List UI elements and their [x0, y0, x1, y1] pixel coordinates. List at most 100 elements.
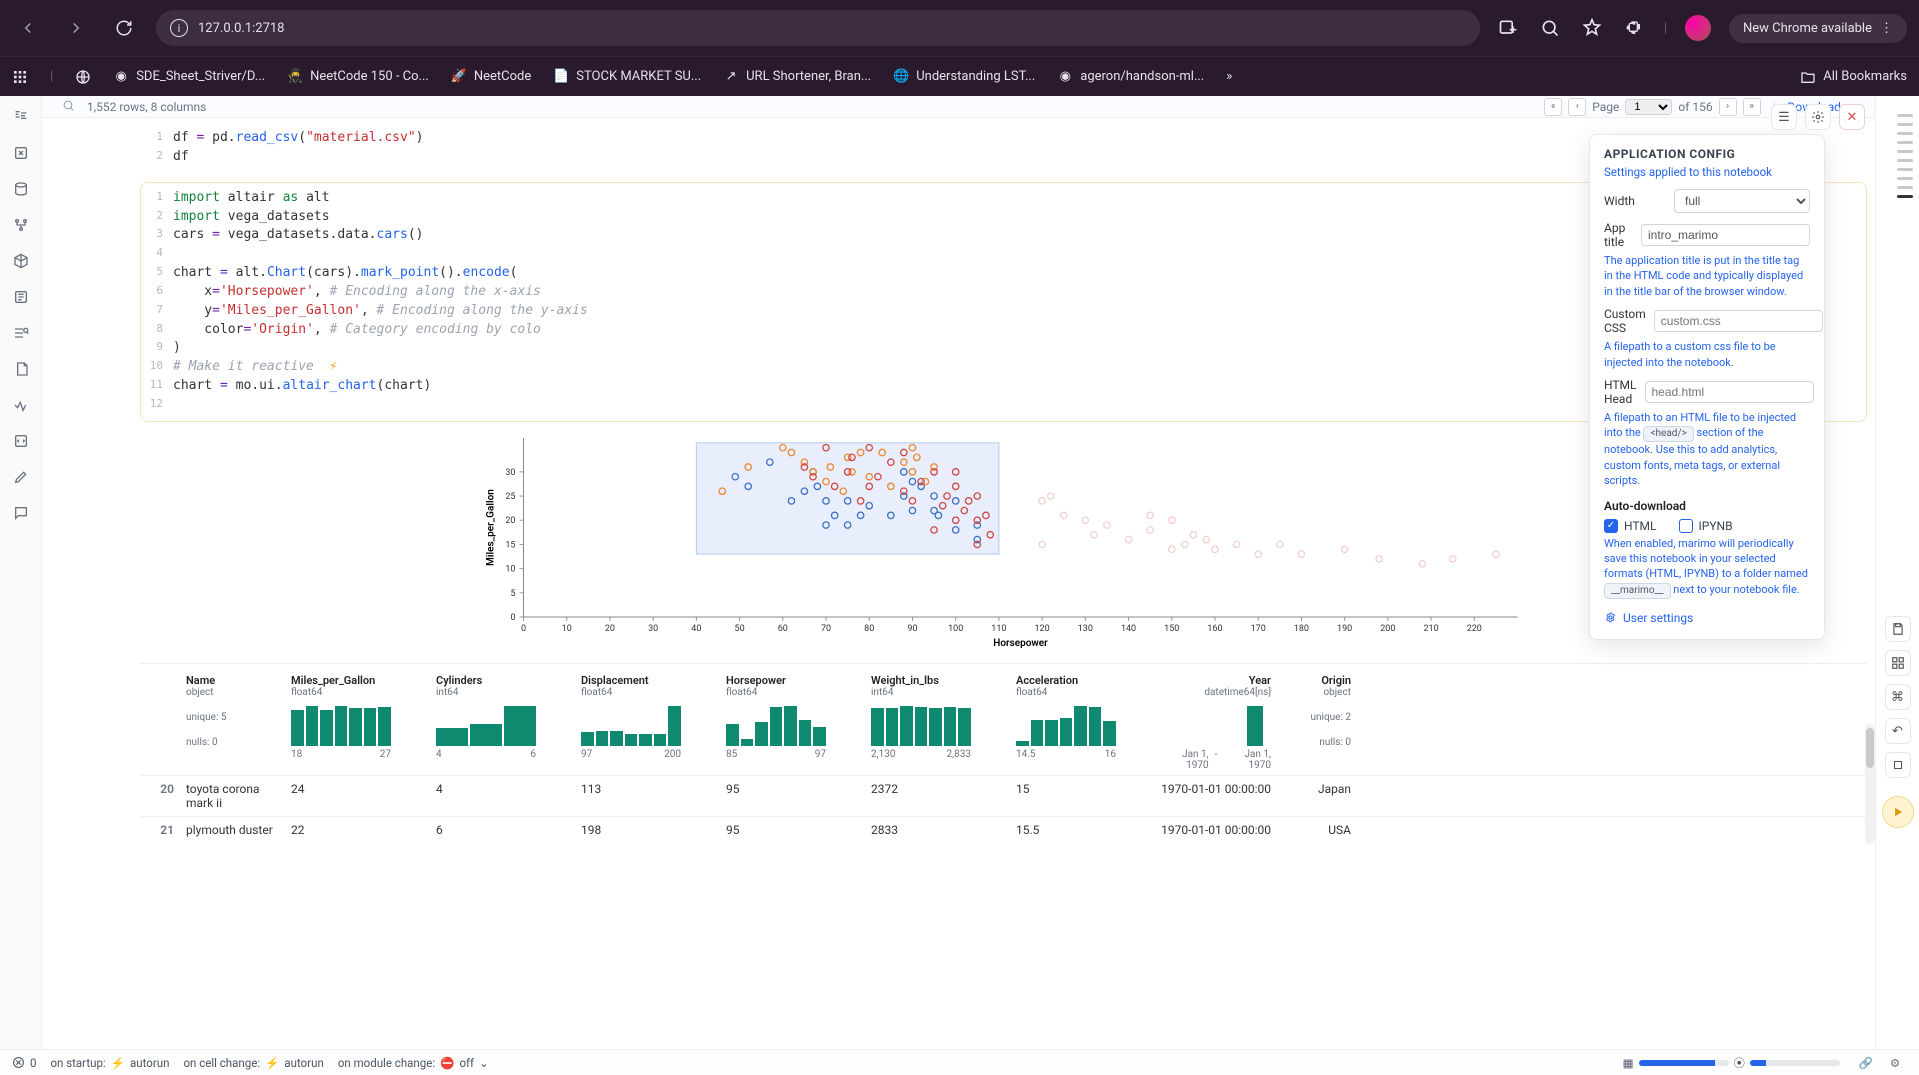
bookmark-item-1[interactable]: 🥷NeetCode 150 - Co... — [287, 69, 429, 85]
back-button[interactable] — [12, 12, 44, 44]
bookmark-item-5[interactable]: 🌐Understanding LST... — [893, 69, 1035, 85]
rail-scratch-icon[interactable] — [10, 466, 32, 488]
grid-icon[interactable] — [1885, 650, 1911, 676]
apps-icon[interactable] — [12, 69, 28, 85]
startup-toggle[interactable]: on startup: ⚡ autorun — [50, 1056, 169, 1070]
keyboard-icon[interactable]: ⌘ — [1885, 684, 1911, 710]
column-header[interactable]: Cylindersint6446 — [430, 670, 575, 775]
html-checkbox[interactable]: ✓ — [1604, 519, 1618, 533]
extensions-icon[interactable] — [1622, 16, 1646, 40]
cell-change-toggle[interactable]: on cell change: ⚡ autorun — [183, 1056, 323, 1070]
install-app-icon[interactable] — [1496, 16, 1520, 40]
all-bookmarks-button[interactable]: All Bookmarks — [1800, 69, 1907, 85]
save-icon[interactable] — [1885, 616, 1911, 642]
css-help: A filepath to a custom css file to be in… — [1604, 339, 1810, 370]
bookmark-globe[interactable] — [75, 69, 91, 85]
table-row[interactable]: 21plymouth duster22619895283315.51970-01… — [140, 816, 1867, 843]
app-title-input[interactable] — [1641, 224, 1810, 246]
rail-logs-icon[interactable] — [10, 394, 32, 416]
ninja-icon: 🥷 — [287, 69, 303, 85]
user-settings-link[interactable]: User settings — [1604, 611, 1810, 625]
css-input[interactable] — [1654, 310, 1823, 332]
head-input[interactable] — [1645, 381, 1814, 403]
svg-text:40: 40 — [691, 624, 701, 634]
column-header[interactable]: Miles_per_Gallonfloat641827 — [285, 670, 430, 775]
github-icon: ◉ — [1057, 69, 1073, 85]
rail-outline-icon[interactable] — [10, 286, 32, 308]
cards-icon[interactable]: ▦ — [1623, 1056, 1634, 1070]
settings-gear-icon[interactable]: ⚙ — [1883, 1051, 1907, 1075]
db-icon[interactable]: ⦿ — [1734, 1055, 1746, 1071]
svg-text:170: 170 — [1251, 624, 1266, 634]
svg-text:200: 200 — [1380, 624, 1395, 634]
close-icon[interactable]: ✕ — [1839, 104, 1865, 130]
chevron-down-icon: ⌄ — [479, 1056, 489, 1070]
page-first-button[interactable]: « — [1544, 98, 1562, 116]
rail-data-icon[interactable] — [10, 178, 32, 200]
column-header[interactable]: Originobjectunique: 2nulls: 0 — [1277, 670, 1357, 775]
page-last-button[interactable]: » — [1743, 98, 1761, 116]
search-icon[interactable] — [1538, 16, 1562, 40]
svg-text:150: 150 — [1164, 624, 1179, 634]
new-chrome-button[interactable]: New Chrome available ⋮ — [1729, 14, 1907, 43]
page-select[interactable]: 1 — [1625, 99, 1672, 115]
app-region: 1,552 rows, 8 columns « ‹ Page 1 of 156 … — [0, 96, 1919, 1049]
rail-docs-icon[interactable] — [10, 358, 32, 380]
errors-indicator[interactable]: 0 — [12, 1056, 36, 1070]
bookmark-item-6[interactable]: ◉ageron/handson-ml... — [1057, 69, 1204, 85]
svg-text:120: 120 — [1035, 624, 1050, 634]
bookmark-item-2[interactable]: 🚀NeetCode — [451, 69, 531, 85]
undo-icon[interactable]: ↶ — [1885, 718, 1911, 744]
site-info-icon[interactable]: i — [170, 19, 188, 37]
column-header[interactable]: Weight_in_lbsint642,1302,833 — [865, 670, 1010, 775]
table-row[interactable]: 20toyota corona mark ii24411395237215197… — [140, 775, 1867, 816]
rail-variables-icon[interactable] — [10, 142, 32, 164]
auto-download-title: Auto-download — [1604, 499, 1810, 513]
forward-button[interactable] — [60, 12, 92, 44]
svg-text:180: 180 — [1294, 624, 1309, 634]
svg-text:20: 20 — [505, 516, 515, 526]
bookmark-item-4[interactable]: ↗URL Shortener, Bran... — [723, 69, 871, 85]
table-scrollbar[interactable] — [1865, 724, 1875, 844]
bookmark-overflow[interactable]: » — [1226, 69, 1232, 84]
svg-text:160: 160 — [1207, 624, 1222, 634]
gear-icon[interactable] — [1805, 104, 1831, 130]
rail-explorer-icon[interactable] — [10, 106, 32, 128]
ipynb-checkbox[interactable] — [1679, 519, 1693, 533]
svg-text:25: 25 — [505, 492, 515, 502]
rail-chat-icon[interactable] — [10, 502, 32, 524]
page-next-button[interactable]: › — [1719, 98, 1737, 116]
progress-group: ▦ ⦿ — [1623, 1055, 1840, 1071]
svg-text:50: 50 — [735, 624, 745, 634]
profile-avatar[interactable] — [1685, 15, 1711, 41]
menu-icon[interactable]: ☰ — [1771, 104, 1797, 130]
minimap[interactable] — [1897, 108, 1913, 204]
run-all-button[interactable] — [1882, 796, 1914, 828]
rail-dependencies-icon[interactable] — [10, 214, 32, 236]
data-table: Nameobjectunique: 5nulls: 0Miles_per_Gal… — [140, 663, 1867, 843]
bookmark-item-0[interactable]: ◉SDE_Sheet_Striver/D... — [113, 69, 265, 85]
svg-text:15: 15 — [505, 540, 515, 550]
column-header[interactable]: Horsepowerfloat648597 — [720, 670, 865, 775]
stop-icon[interactable] — [1885, 752, 1911, 778]
url-text: 127.0.0.1:2718 — [198, 21, 285, 36]
auto-download-help: When enabled, marimo will periodically s… — [1604, 536, 1810, 599]
rail-snippets-icon[interactable] — [10, 430, 32, 452]
column-header[interactable]: Displacementfloat6497200 — [575, 670, 720, 775]
link-icon[interactable]: 🔗 — [1854, 1051, 1878, 1075]
search-icon[interactable] — [62, 99, 75, 115]
width-select[interactable]: full — [1674, 189, 1810, 213]
rail-search-list-icon[interactable] — [10, 322, 32, 344]
app-title-label: App title — [1604, 221, 1633, 249]
column-header[interactable]: Yeardatetime64[ns]Jan 1, 1970-Jan 1, 197… — [1155, 670, 1277, 775]
address-bar[interactable]: i 127.0.0.1:2718 — [156, 10, 1480, 46]
module-change-toggle[interactable]: on module change: ⛔ off ⌄ — [338, 1056, 489, 1070]
page-prev-button[interactable]: ‹ — [1568, 98, 1586, 116]
bookmark-star-icon[interactable] — [1580, 16, 1604, 40]
column-header[interactable]: Accelerationfloat6414.516 — [1010, 670, 1155, 775]
bookmark-item-3[interactable]: 📄STOCK MARKET SU... — [553, 69, 701, 85]
column-header[interactable]: Nameobjectunique: 5nulls: 0 — [180, 670, 285, 775]
svg-text:70: 70 — [821, 624, 831, 634]
rail-packages-icon[interactable] — [10, 250, 32, 272]
reload-button[interactable] — [108, 12, 140, 44]
